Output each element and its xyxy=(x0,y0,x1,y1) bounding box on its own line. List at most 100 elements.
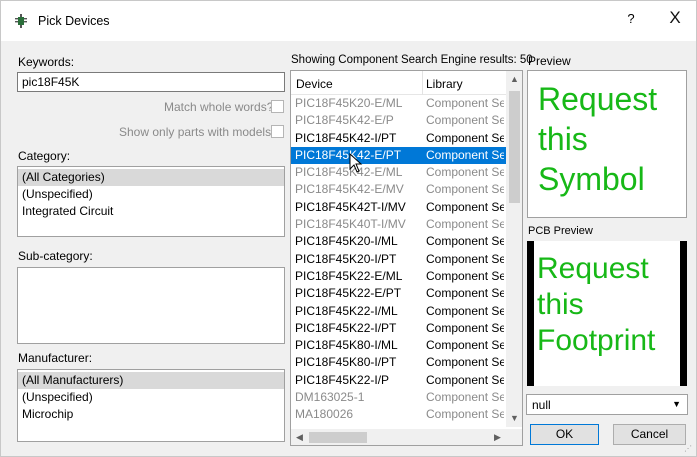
table-row[interactable]: PIC18F45K42T-I/MV Component Search Engine xyxy=(291,199,506,216)
request-symbol-text[interactable]: Request this Symbol xyxy=(538,79,678,199)
vertical-scroll-thumb[interactable] xyxy=(509,91,520,203)
library-cell: Component Search Engine xyxy=(426,165,504,180)
library-column-header[interactable]: Library xyxy=(426,77,463,91)
manufacturer-label: Manufacturer: xyxy=(18,351,93,365)
device-cell: PIC18F45K40T-I/MV xyxy=(295,217,406,232)
pcb-preview-label: PCB Preview xyxy=(528,225,593,237)
app-icon xyxy=(15,14,27,28)
library-cell: Component Search Engine xyxy=(426,286,504,301)
table-row[interactable]: PIC18F45K22-I/PT Component Search Engine xyxy=(291,320,506,337)
library-cell: Component Search Engine xyxy=(426,372,504,387)
device-cell: PIC18F45K80-I/PT xyxy=(295,355,397,370)
scroll-corner xyxy=(506,429,522,445)
request-symbol-word: Request this Symbol xyxy=(538,81,658,197)
category-item[interactable]: (Unspecified) xyxy=(18,186,284,203)
horizontal-scroll-thumb[interactable] xyxy=(309,432,367,443)
table-row[interactable]: PIC18F45K42-I/PT Component Search Engine xyxy=(291,130,506,147)
manufacturer-item[interactable]: (All Manufacturers) xyxy=(18,372,284,389)
symbol-preview: Request this Symbol xyxy=(527,70,687,218)
show-only-models-label: Show only parts with models? xyxy=(119,125,278,139)
library-cell: Component Search Engine xyxy=(426,96,504,110)
subcategory-list[interactable] xyxy=(17,267,285,344)
keywords-input[interactable]: pic18F45K xyxy=(17,72,285,92)
scroll-up-icon[interactable]: ▲ xyxy=(506,71,522,88)
pick-devices-dialog: Pick Devices ? X Keywords: pic18F45K Mat… xyxy=(0,0,697,457)
table-row[interactable]: PIC18F45K20-E/ML Component Search Engine xyxy=(291,95,506,112)
category-item[interactable]: (All Categories) xyxy=(18,169,284,186)
library-cell: Component Search Engine xyxy=(426,338,504,353)
table-row[interactable]: PIC18F45K42-E/MLComponent Search Engine xyxy=(291,164,506,181)
library-cell: Component Search Engine xyxy=(426,113,504,128)
table-row[interactable]: PIC18F45K20-I/ML Component Search Engine xyxy=(291,233,506,250)
column-divider[interactable] xyxy=(422,71,423,95)
table-header: Device Library xyxy=(291,71,506,95)
device-cell: PIC18F45K20-I/ML xyxy=(295,234,398,249)
device-cell: DM163025-1 xyxy=(295,390,365,405)
category-list[interactable]: (All Categories) (Unspecified) Integrate… xyxy=(17,166,285,237)
scroll-down-icon[interactable]: ▼ xyxy=(506,410,522,427)
table-row[interactable]: PIC18F45K42-E/PTComponent Search Engine xyxy=(291,146,506,165)
table-row[interactable]: PIC18F45K42-E/MV Component Search Engine xyxy=(291,181,506,198)
table-row[interactable]: PIC18F45K22-I/ML Component Search Engine xyxy=(291,303,506,320)
device-column-header[interactable]: Device xyxy=(296,77,333,91)
device-cell: PIC18F45K42-E/MV xyxy=(295,182,404,197)
device-cell: PIC18F45K42-E/P xyxy=(295,113,394,128)
device-cell: PIC18F45K22-I/P xyxy=(295,372,390,387)
library-cell: Component Search Engine xyxy=(426,268,504,283)
table-row[interactable]: PIC18F45K20-I/PT Component Search Engine xyxy=(291,251,506,268)
table-row[interactable]: PIC18F45K22-E/ML Component Search Engine xyxy=(291,268,506,285)
table-row[interactable]: PIC18F45K22-E/PT Component Search Engine xyxy=(291,285,506,302)
table-row[interactable]: PIC18F45K42-E/P Component Search Engine xyxy=(291,112,506,129)
device-cell: PIC18F45K20-I/PT xyxy=(295,251,397,266)
table-body: PIC18F45K20-E/MLComponent Search EngineP… xyxy=(291,95,506,424)
library-cell: Component Search Engine xyxy=(426,303,504,318)
device-cell: PIC18F45K22-E/PT xyxy=(295,286,402,301)
scroll-right-icon[interactable]: ▶ xyxy=(489,429,506,445)
footprint-select-value: null xyxy=(532,398,551,412)
subcategory-label: Sub-category: xyxy=(18,249,93,263)
horizontal-scrollbar[interactable]: ◀ ▶ xyxy=(291,429,506,445)
match-whole-words-checkbox[interactable] xyxy=(271,100,284,113)
manufacturer-item[interactable]: (Unspecified) xyxy=(18,389,284,406)
scroll-left-icon[interactable]: ◀ xyxy=(291,429,308,445)
mouse-cursor-icon xyxy=(349,153,363,173)
table-row[interactable]: PIC18F45K22-I/P Component Search Engine xyxy=(291,372,506,389)
library-cell: Component Search Engine xyxy=(426,217,504,232)
device-cell: PIC18F45K22-E/ML xyxy=(295,268,403,283)
keywords-label: Keywords: xyxy=(18,55,75,69)
library-cell: Component Search Engine xyxy=(426,234,504,249)
cancel-button[interactable]: Cancel xyxy=(613,424,686,445)
footprint-select[interactable]: null ▼ xyxy=(526,394,688,415)
close-icon[interactable]: X xyxy=(665,8,685,32)
resize-grip-icon[interactable]: ⋰ xyxy=(684,444,694,454)
library-cell: Component Search Engine xyxy=(426,130,504,145)
table-row[interactable]: PIC18F45K80-I/PT Component Search Engine xyxy=(291,354,506,371)
manufacturer-item[interactable]: Microchip xyxy=(18,406,284,423)
device-cell: PIC18F45K80-I/ML xyxy=(295,338,398,353)
library-cell: Component Search Engine xyxy=(426,390,504,405)
request-footprint-text[interactable]: Request this Footprint xyxy=(537,251,683,359)
window-title: Pick Devices xyxy=(38,14,110,28)
results-caption: Showing Component Search Engine results:… xyxy=(291,54,533,66)
vertical-scrollbar[interactable]: ▲ ▼ xyxy=(506,71,522,427)
device-cell: MA180026 xyxy=(295,407,354,422)
device-results-table[interactable]: Device Library PIC18F45K20-E/ML Component… xyxy=(290,70,523,446)
help-button[interactable]: ? xyxy=(623,11,639,31)
library-cell: Component Search Engine xyxy=(426,199,504,214)
show-only-models-checkbox[interactable] xyxy=(271,125,284,138)
device-cell: PIC18F45K22-I/PT xyxy=(295,320,397,335)
table-row[interactable]: PIC18F45K80-I/ML Component Search Engine xyxy=(291,337,506,354)
device-cell: PIC18F45K42T-I/MV xyxy=(295,199,406,214)
library-cell: Component Search Engine xyxy=(426,147,504,162)
category-item[interactable]: Integrated Circuit xyxy=(18,203,284,220)
manufacturer-list[interactable]: (All Manufacturers) (Unspecified) Microc… xyxy=(17,369,285,442)
library-cell: Component Search Engine xyxy=(426,251,504,266)
library-cell: Component Search Engine xyxy=(426,355,504,370)
table-row[interactable]: PIC18F45K40T-I/MV Component Search Engine xyxy=(291,216,506,233)
preview-label: Preview xyxy=(528,54,571,68)
table-row[interactable]: DM163025-1 Component Search Engine xyxy=(291,389,506,406)
library-cell: Component Search Engine xyxy=(426,320,504,335)
device-cell: PIC18F45K42-I/PT xyxy=(295,130,397,145)
ok-button[interactable]: OK xyxy=(530,424,599,445)
table-row[interactable]: MA180026 Component Search Engine xyxy=(291,406,506,423)
